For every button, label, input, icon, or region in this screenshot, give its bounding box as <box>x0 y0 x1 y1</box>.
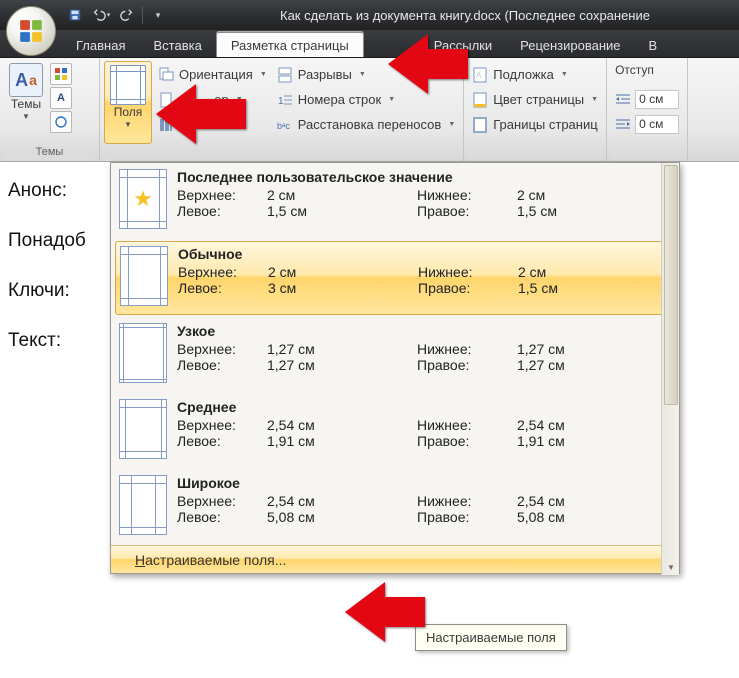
indent-left[interactable]: 0 см <box>611 88 683 111</box>
ribbon-tabs: Главная Вставка Разметка страницы Рассыл… <box>0 30 739 58</box>
chevron-down-icon: ▼ <box>124 120 132 129</box>
annotation-arrow <box>388 34 468 94</box>
office-button[interactable] <box>6 6 56 56</box>
office-logo-icon <box>18 18 44 44</box>
margin-option[interactable]: Обычное Верхнее:2 смНижнее:2 см Левое:3 … <box>115 241 675 315</box>
margin-preview-icon <box>119 323 167 383</box>
line-numbers-icon: 1 <box>277 92 293 108</box>
custom-margins-button[interactable]: Настраиваемые поля... <box>111 545 679 573</box>
chevron-down-icon: ▼ <box>591 96 598 103</box>
group-indent: Отступ 0 см 0 см <box>607 58 688 161</box>
margin-option[interactable]: ★ Последнее пользовательское значение Ве… <box>111 163 679 239</box>
margin-preview-icon <box>120 246 168 306</box>
scrollbar[interactable]: ▼ <box>661 163 679 575</box>
undo-icon <box>92 8 106 22</box>
indent-heading: Отступ <box>611 61 683 79</box>
chevron-down-icon: ▼ <box>22 112 30 121</box>
margin-option-title: Обычное <box>178 246 670 262</box>
margin-preview-icon: ★ <box>119 169 167 229</box>
tab-review[interactable]: Рецензирование <box>506 33 634 57</box>
scroll-thumb[interactable] <box>664 165 678 405</box>
watermark-button[interactable]: AПодложка▼ <box>468 63 602 86</box>
scroll-down-button[interactable]: ▼ <box>662 559 680 575</box>
indent-left-icon <box>615 91 631 107</box>
themes-icon: Aa <box>9 63 43 97</box>
margins-icon <box>110 65 146 105</box>
margin-option[interactable]: Среднее Верхнее:2,54 смНижнее:2,54 см Ле… <box>111 393 679 469</box>
indent-right-icon <box>615 116 631 132</box>
indent-left-value[interactable]: 0 см <box>635 90 679 109</box>
margin-option-title: Среднее <box>177 399 671 415</box>
tab-view-partial[interactable]: В <box>635 33 672 57</box>
margin-option-title: Узкое <box>177 323 671 339</box>
svg-text:bᵃc: bᵃc <box>277 121 290 131</box>
themes-button[interactable]: Aa Темы ▼ <box>4 61 48 121</box>
hyphenation-button[interactable]: bᵃcРасстановка переносов▼ <box>273 113 460 136</box>
watermark-icon: A <box>472 67 488 83</box>
chevron-down-icon: ▼ <box>448 121 455 128</box>
window-title: Как сделать из документа книгу.docx (Пос… <box>171 8 739 23</box>
margin-option[interactable]: Узкое Верхнее:1,27 смНижнее:1,27 см Лево… <box>111 317 679 393</box>
orientation-button[interactable]: Ориентация▼ <box>154 63 271 86</box>
theme-fonts-button[interactable]: A <box>50 87 72 109</box>
group-page-background: AПодложка▼ Цвет страницы▼ Границы страни… <box>464 58 607 161</box>
chevron-down-icon: ▼ <box>561 71 568 78</box>
save-icon <box>68 8 82 22</box>
page-borders-icon <box>472 117 488 133</box>
hyphenation-icon: bᵃc <box>277 117 293 133</box>
qat-customize[interactable]: ▾ <box>145 4 171 26</box>
chevron-down-icon: ▼ <box>359 71 366 78</box>
orientation-icon <box>158 67 174 83</box>
page-color-icon <box>472 92 488 108</box>
margins-button[interactable]: Поля ▼ <box>104 61 152 144</box>
quick-access-toolbar: ▾ ▾ <box>62 4 171 26</box>
theme-colors-button[interactable] <box>50 63 72 85</box>
page-borders-button[interactable]: Границы страниц <box>468 113 602 136</box>
group-themes: Aa Темы ▼ A Темы <box>0 58 100 161</box>
margin-preview-icon <box>119 475 167 535</box>
save-button[interactable] <box>62 4 88 26</box>
theme-effects-button[interactable] <box>50 111 72 133</box>
effects-icon <box>54 115 68 129</box>
indent-right[interactable]: 0 см <box>611 113 683 136</box>
qat-separator <box>142 6 143 24</box>
undo-button[interactable]: ▾ <box>88 4 114 26</box>
chevron-down-icon: ▼ <box>260 71 267 78</box>
fonts-icon: A <box>57 92 65 104</box>
margins-gallery: ★ Последнее пользовательское значение Ве… <box>110 162 680 574</box>
breaks-icon <box>277 67 293 83</box>
colors-icon <box>54 67 68 81</box>
tab-page-layout[interactable]: Разметка страницы <box>216 32 364 57</box>
svg-text:A: A <box>476 71 482 80</box>
svg-text:1: 1 <box>278 96 284 107</box>
margin-option[interactable]: Широкое Верхнее:2,54 смНижнее:2,54 см Ле… <box>111 469 679 545</box>
redo-button[interactable] <box>114 4 140 26</box>
title-bar: ▾ ▾ Как сделать из документа книгу.docx … <box>0 0 739 30</box>
group-label-themes: Темы <box>4 144 95 161</box>
tab-home[interactable]: Главная <box>62 33 139 57</box>
annotation-arrow <box>345 582 425 642</box>
margin-option-title: Широкое <box>177 475 671 491</box>
annotation-arrow <box>156 84 246 144</box>
star-icon: ★ <box>133 186 153 212</box>
chevron-down-icon: ▼ <box>388 96 395 103</box>
margin-option-title: Последнее пользовательское значение <box>177 169 671 185</box>
margin-preview-icon <box>119 399 167 459</box>
tooltip: Настраиваемые поля <box>415 624 567 651</box>
redo-icon <box>120 8 134 22</box>
indent-right-value[interactable]: 0 см <box>635 115 679 134</box>
tab-insert[interactable]: Вставка <box>139 33 215 57</box>
ribbon: Aa Темы ▼ A Темы Поля ▼ Ориентация▼ Разм… <box>0 58 739 162</box>
page-color-button[interactable]: Цвет страницы▼ <box>468 88 602 111</box>
